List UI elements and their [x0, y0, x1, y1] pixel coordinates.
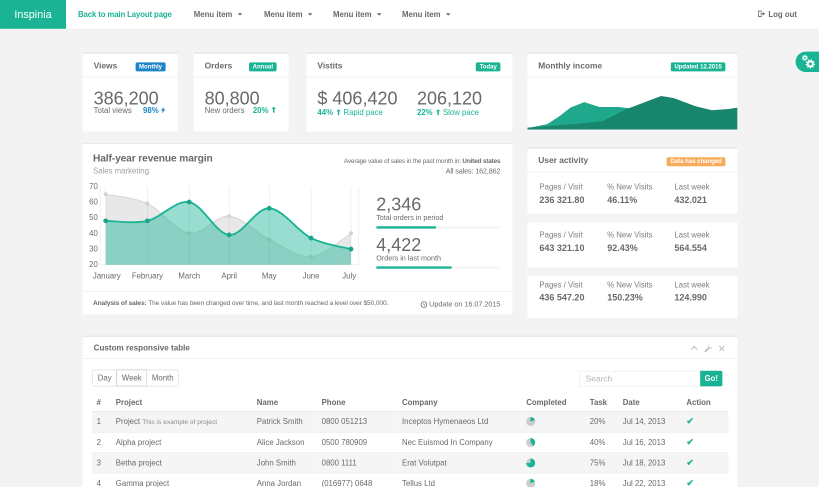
svg-text:30: 30 [89, 244, 98, 253]
svg-text:March: March [178, 271, 200, 280]
svg-text:June: June [303, 271, 320, 280]
svg-text:70: 70 [89, 182, 98, 191]
svg-text:20: 20 [89, 260, 98, 269]
svg-text:July: July [342, 271, 356, 280]
svg-text:50: 50 [89, 213, 98, 222]
svg-text:February: February [132, 271, 163, 280]
svg-text:May: May [262, 271, 277, 280]
svg-text:40: 40 [89, 229, 98, 238]
svg-text:60: 60 [89, 198, 98, 207]
svg-text:January: January [93, 271, 121, 280]
svg-text:April: April [221, 271, 237, 280]
